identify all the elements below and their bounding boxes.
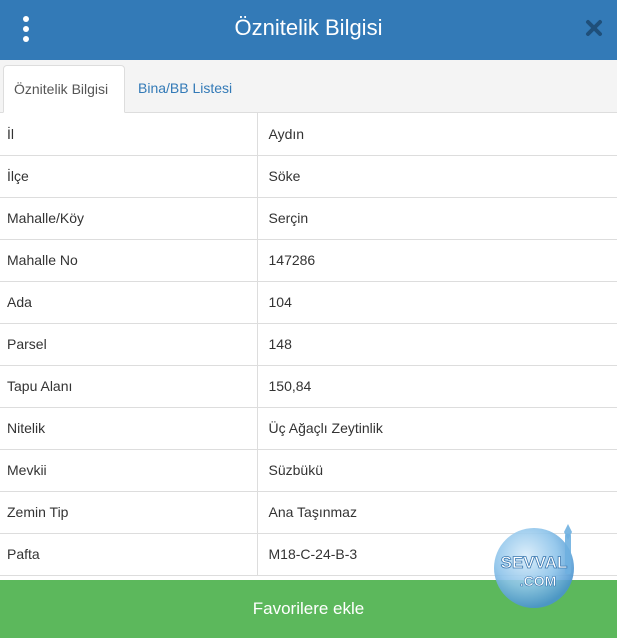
attribute-key: Zemin Tip <box>0 491 258 534</box>
tab-bar: Öznitelik Bilgisi Bina/BB Listesi <box>0 60 617 113</box>
attribute-key: Pafta <box>0 533 258 576</box>
attribute-key: Parsel <box>0 323 258 366</box>
attribute-value: M18-C-24-B-3 <box>257 533 617 576</box>
attribute-key: Nitelik <box>0 407 258 450</box>
table-row: Mahalle/Köy Serçin <box>0 197 617 240</box>
table-row: Nitelik Üç Ağaçlı Zeytinlik <box>0 407 617 450</box>
attribute-key: Ada <box>0 281 258 324</box>
attribute-value: Serçin <box>257 197 617 240</box>
tab-attribute-info[interactable]: Öznitelik Bilgisi <box>3 65 125 113</box>
attribute-value: 147286 <box>257 239 617 282</box>
table-row: Pafta M18-C-24-B-3 <box>0 533 617 576</box>
attribute-value: Ana Taşınmaz <box>257 491 617 534</box>
table-row: Zemin Tip Ana Taşınmaz <box>0 491 617 534</box>
attribute-value: Süzbükü <box>257 449 617 492</box>
modal-title: Öznitelik Bilgisi <box>234 15 383 40</box>
attribute-key: Mahalle/Köy <box>0 197 258 240</box>
attribute-value: Söke <box>257 155 617 198</box>
table-row: Ada 104 <box>0 281 617 324</box>
attribute-key: Tapu Alanı <box>0 365 258 408</box>
attribute-value: 104 <box>257 281 617 324</box>
table-row: Mahalle No 147286 <box>0 239 617 282</box>
tab-building-list[interactable]: Bina/BB Listesi <box>128 65 242 111</box>
table-row: Mevkii Süzbükü <box>0 449 617 492</box>
attribute-value: 148 <box>257 323 617 366</box>
table-row: İlçe Söke <box>0 155 617 198</box>
attribute-value: Aydın <box>257 113 617 156</box>
table-row: Tapu Alanı 150,84 <box>0 365 617 408</box>
attribute-value: Üç Ağaçlı Zeytinlik <box>257 407 617 450</box>
table-row: İl Aydın <box>0 113 617 156</box>
modal-header: Öznitelik Bilgisi <box>0 0 617 60</box>
attribute-table: İl Aydın İlçe Söke Mahalle/Köy Serçin Ma… <box>0 113 617 576</box>
attribute-key: İlçe <box>0 155 258 198</box>
close-icon[interactable] <box>583 17 605 39</box>
attribute-value: 150,84 <box>257 365 617 408</box>
attribute-key: Mevkii <box>0 449 258 492</box>
table-row: Parsel 148 <box>0 323 617 366</box>
attribute-key: Mahalle No <box>0 239 258 282</box>
add-to-favorites-button[interactable]: Favorilere ekle <box>0 580 617 638</box>
attribute-key: İl <box>0 113 258 156</box>
